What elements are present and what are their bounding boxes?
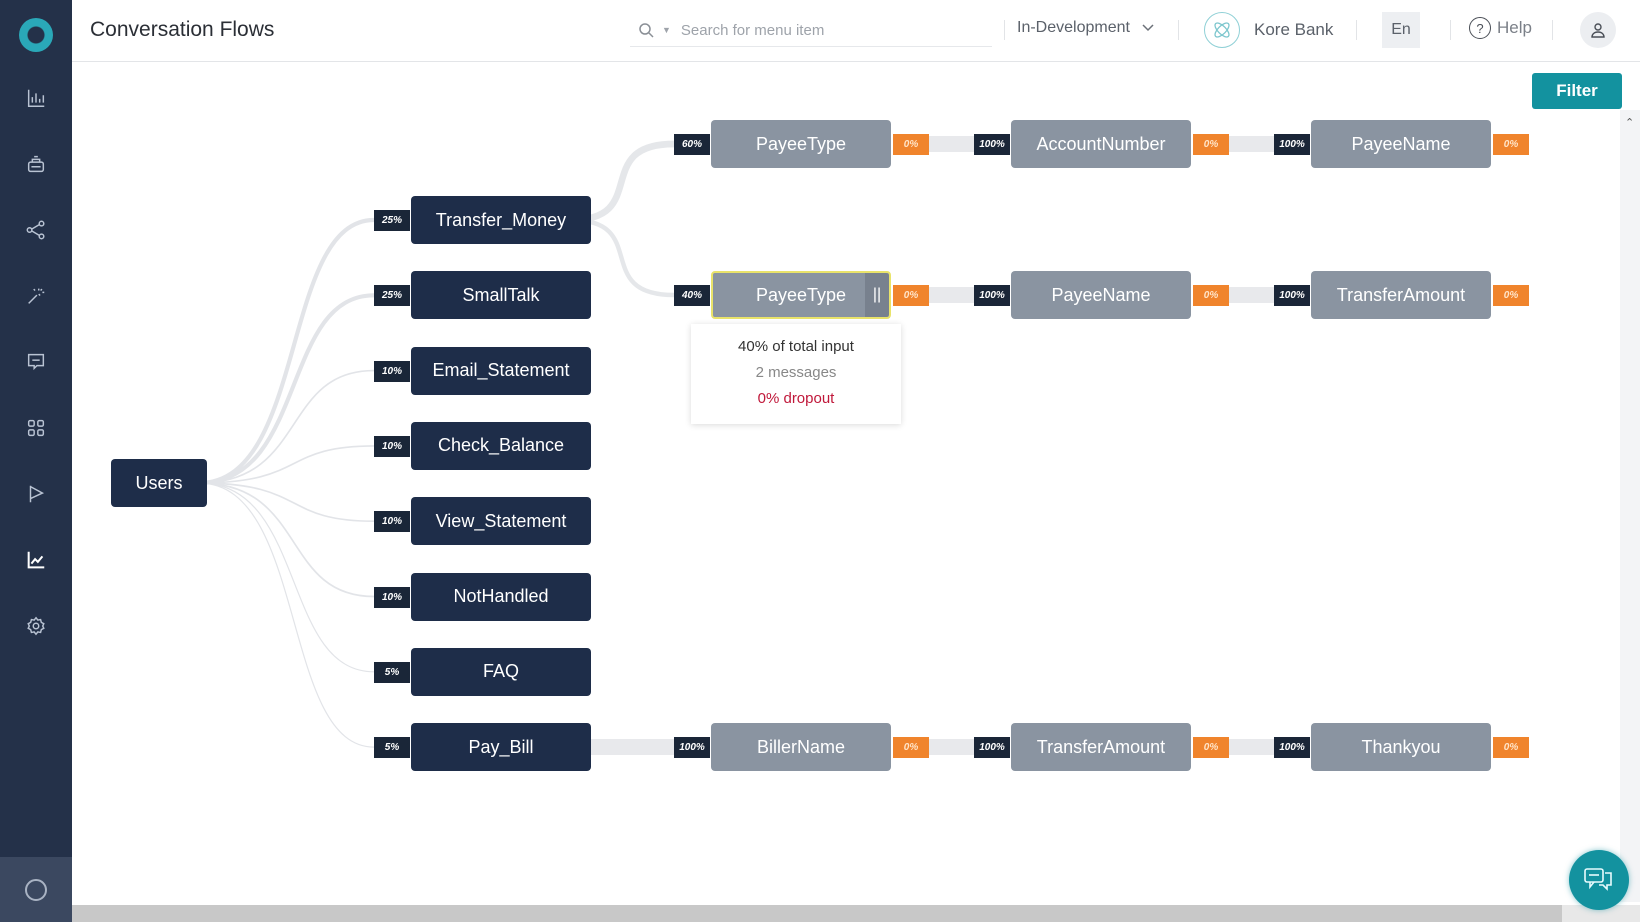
flow-link: [198, 369, 375, 484]
intent-node[interactable]: NotHandled: [411, 572, 591, 621]
step-dropout-badge: 0%: [1493, 285, 1529, 306]
step-dropout-badge: 0%: [1493, 737, 1529, 758]
vertical-scrollbar[interactable]: ⌃: [1620, 110, 1640, 902]
scroll-up-icon[interactable]: ⌃: [1625, 116, 1634, 129]
step-node[interactable]: PayeeType ||: [711, 271, 891, 319]
intent-node[interactable]: FAQ: [411, 647, 591, 696]
intent-share-badge: 25%: [374, 285, 410, 307]
intent-node[interactable]: Check_Balance: [411, 421, 591, 470]
step-node[interactable]: PayeeName: [1311, 120, 1491, 168]
intent-share-badge: 5%: [374, 661, 410, 683]
node-tooltip: 40% of total input 2 messages 0% dropout: [691, 324, 901, 424]
flow-link: [198, 293, 375, 486]
intent-share-badge: 25%: [374, 210, 410, 231]
tooltip-dropout: 0% dropout: [757, 390, 835, 407]
intent-node[interactable]: View_Statement: [411, 497, 591, 546]
step-entry-badge: 100%: [1274, 134, 1310, 155]
intent-share-badge: 5%: [374, 737, 410, 759]
step-entry-badge: 100%: [1274, 285, 1310, 306]
step-dropout-badge: 0%: [1193, 134, 1229, 155]
flow-link: [198, 217, 375, 486]
drag-handle-icon[interactable]: ||: [865, 273, 889, 317]
step-entry-badge: 100%: [974, 737, 1010, 758]
horizontal-scrollbar-thumb[interactable]: [72, 905, 1562, 922]
chat-icon: [1584, 868, 1612, 891]
step-entry-badge: 100%: [674, 737, 710, 758]
step-dropout-badge: 0%: [893, 737, 929, 758]
step-dropout-badge: 0%: [1193, 737, 1229, 758]
intent-share-badge: 10%: [374, 511, 410, 533]
chat-button[interactable]: [1569, 850, 1629, 910]
intent-node[interactable]: Email_Statement: [411, 346, 591, 395]
step-dropout-badge: 0%: [893, 285, 929, 306]
step-node[interactable]: TransferAmount: [1311, 271, 1491, 319]
intent-node[interactable]: SmallTalk: [411, 271, 591, 320]
flow-link: [198, 482, 375, 748]
flow-link: [198, 482, 375, 673]
intent-share-badge: 10%: [374, 435, 410, 457]
step-node[interactable]: Thankyou: [1311, 723, 1491, 771]
root-node-users[interactable]: Users: [111, 459, 207, 507]
intent-node[interactable]: Pay_Bill: [411, 723, 591, 772]
step-dropout-badge: 0%: [893, 134, 929, 155]
step-entry-badge: 60%: [674, 134, 710, 155]
step-entry-badge: 40%: [674, 285, 710, 306]
step-entry-badge: 100%: [974, 285, 1010, 306]
step-node[interactable]: BillerName: [711, 723, 891, 771]
step-entry-badge: 100%: [974, 134, 1010, 155]
step-node[interactable]: AccountNumber: [1011, 120, 1191, 168]
intent-share-badge: 10%: [374, 360, 410, 382]
step-node[interactable]: PayeeType: [711, 120, 891, 168]
step-entry-badge: 100%: [1274, 737, 1310, 758]
tooltip-input-share: 40% of total input: [738, 338, 854, 355]
step-dropout-badge: 0%: [1193, 285, 1229, 306]
intent-node[interactable]: Transfer_Money: [411, 196, 591, 244]
step-dropout-badge: 0%: [1493, 134, 1529, 155]
step-node[interactable]: PayeeName: [1011, 271, 1191, 319]
tooltip-message-count: 2 messages: [755, 364, 837, 381]
step-node[interactable]: TransferAmount: [1011, 723, 1191, 771]
intent-share-badge: 10%: [374, 586, 410, 608]
